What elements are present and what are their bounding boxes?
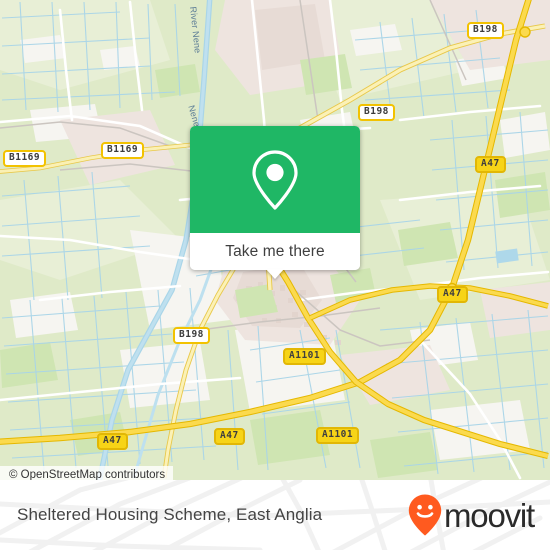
map-pin-icon [252, 149, 298, 210]
moovit-logo[interactable]: moovit [407, 493, 535, 537]
osm-attribution[interactable]: © OpenStreetMap contributors [0, 466, 174, 480]
road-shield-b198-top: B198 [467, 22, 504, 39]
road-shield-b198-lower: B198 [173, 327, 210, 344]
page-title: Sheltered Housing Scheme, East Anglia [17, 505, 323, 524]
road-shield-b1169-west: B1169 [3, 150, 47, 167]
moovit-smiley-pin-icon [408, 494, 442, 536]
take-me-there-button[interactable]: Take me there [190, 233, 360, 270]
footer-bar: Sheltered Housing Scheme, East Anglia mo… [0, 480, 550, 550]
popup-image-panel [190, 126, 360, 233]
road-shield-a1101-south: A1101 [316, 427, 360, 444]
road-shield-b198-upper: B198 [358, 104, 395, 121]
road-shield-a47-south: A47 [214, 428, 245, 445]
map-canvas[interactable]: River Nene Nene B1169 B1169 B198 B198 B198 A4… [0, 0, 550, 480]
place-preview-popup[interactable]: Take me there [190, 126, 360, 279]
road-shield-a47-east: A47 [437, 286, 468, 303]
road-shield-b1169-mid: B1169 [101, 142, 145, 159]
moovit-wordmark: moovit [444, 496, 535, 534]
road-shield-a1101-mid: A1101 [283, 348, 327, 365]
road-shield-a47-right: A47 [475, 156, 506, 173]
road-shield-a47-bottom: A47 [97, 433, 128, 450]
popup-pointer [266, 269, 284, 279]
